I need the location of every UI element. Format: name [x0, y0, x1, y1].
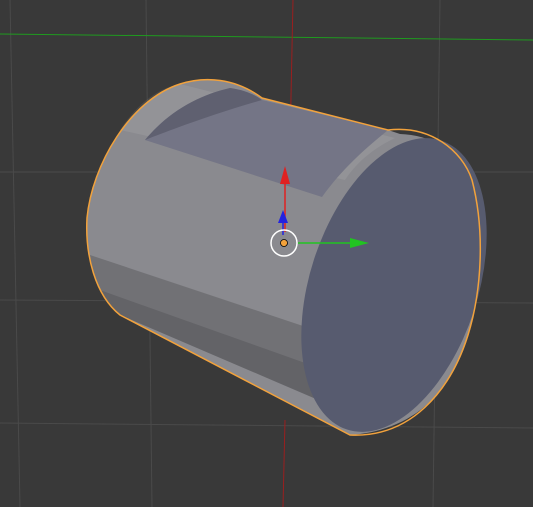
grid-line — [0, 422, 533, 429]
z-axis-line — [282, 419, 286, 507]
grid-line — [9, 0, 21, 507]
x-axis-line — [0, 33, 533, 41]
viewport-scene[interactable] — [0, 0, 533, 507]
3d-viewport[interactable] — [0, 0, 533, 507]
pivot-point-icon[interactable] — [280, 239, 288, 247]
cylinder-object[interactable] — [86, 78, 521, 456]
